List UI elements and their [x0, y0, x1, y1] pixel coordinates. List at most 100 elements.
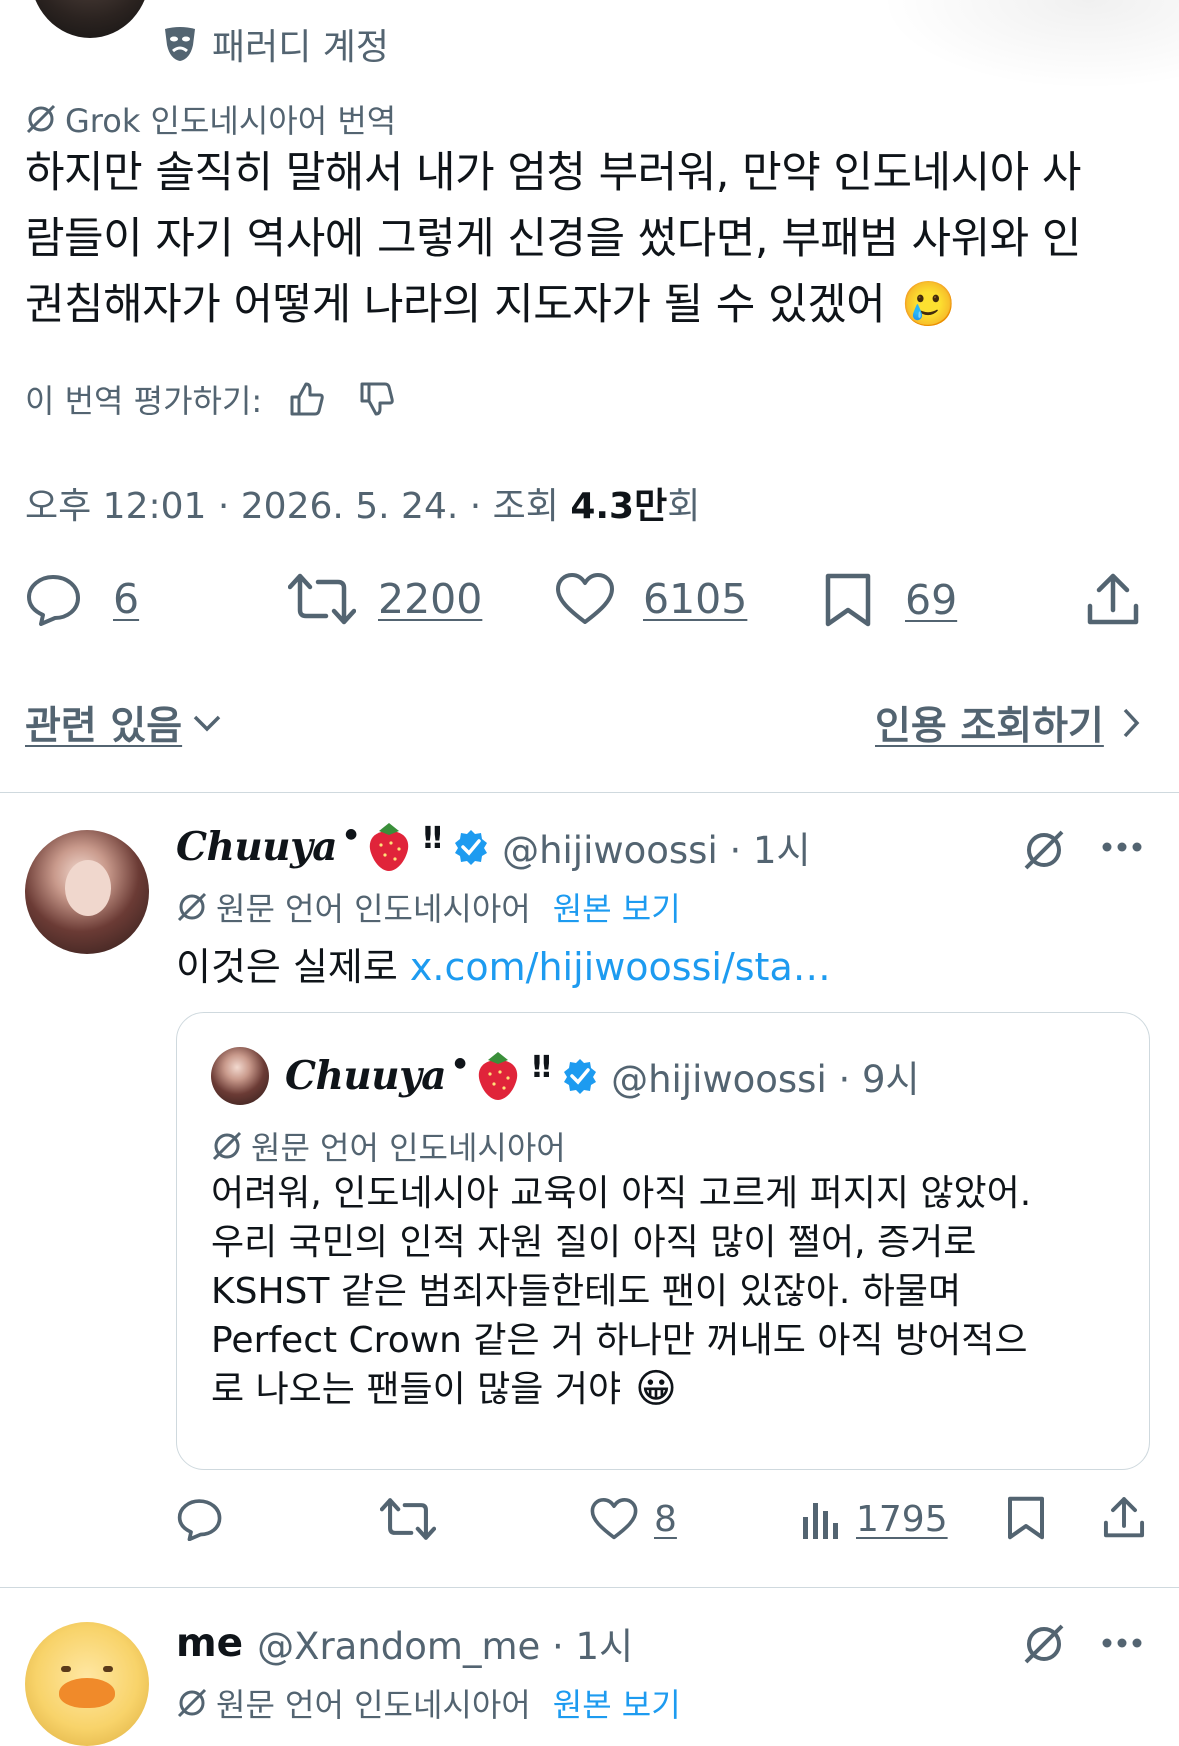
related-label: 관련 있음: [25, 704, 183, 749]
like-icon: [555, 572, 615, 626]
header-shadow: [879, 0, 1179, 90]
view-suffix: 회: [667, 486, 701, 527]
tweet-timestamp-views: 오후 12:01 · 2026. 5. 24. · 조회 4.3만회: [25, 477, 700, 529]
more-icon[interactable]: [1100, 840, 1144, 854]
grok-translation-label: Grok 인도네시아어 번역: [25, 96, 396, 142]
quoted-line-with-emoji: 로 나오는 팬들이 많을 거야 😀: [211, 1365, 1131, 1414]
view-count: 4.3만: [570, 486, 668, 527]
bookmark-icon: [823, 572, 873, 628]
reply2-language-row: 원문 언어 인도네시아어 원본 보기: [176, 1680, 681, 1726]
reply2-language-label: 원문 언어 인도네시아어: [216, 1686, 531, 1724]
grok-icon[interactable]: [1020, 1620, 1068, 1668]
parody-label-text: 패러디 계정: [212, 27, 390, 68]
more-icon[interactable]: [1100, 1636, 1144, 1650]
reply-icon: [25, 572, 83, 626]
author-avatar[interactable]: [30, 0, 150, 38]
reply-avatar[interactable]: [25, 830, 149, 954]
verified-badge-icon: [561, 1057, 599, 1095]
translate-icon: [176, 891, 208, 923]
quoted-author-name: Chuuya: [285, 1053, 447, 1099]
view-quotes-link[interactable]: 인용 조회하기: [875, 695, 1140, 751]
chevron-right-icon: [1122, 707, 1140, 739]
name-suffix: ‼: [532, 1049, 552, 1085]
quoted-header: Chuuya ● ‼ @hijiwoossi · 9시: [285, 1049, 920, 1103]
thumbs-down-icon[interactable]: [358, 380, 396, 418]
thumbs-up-icon[interactable]: [288, 380, 326, 418]
rate-label: 이 번역 평가하기:: [25, 382, 263, 420]
tweet-line: 권침해자가 어떻게 나라의 지도자가 될 수 있겠어: [25, 280, 886, 330]
tweet-line-with-emoji: 권침해자가 어떻게 나라의 지도자가 될 수 있겠어 🥲: [25, 272, 1155, 338]
retweet-count[interactable]: 2200: [378, 575, 482, 623]
tweet-timestamp[interactable]: 오후 12:01 · 2026. 5. 24. · 조회: [25, 486, 570, 527]
chevron-down-icon: [192, 713, 222, 733]
bookmark-count[interactable]: 69: [905, 576, 957, 624]
divider: [0, 792, 1179, 793]
retweet-icon[interactable]: [380, 1497, 436, 1541]
reply2-author-name[interactable]: me: [176, 1621, 243, 1666]
like-count[interactable]: 6105: [643, 575, 747, 623]
dot-decoration: ●: [454, 1055, 467, 1071]
translate-icon: [211, 1130, 243, 1162]
quoted-line: KSHST 같은 범죄자들한테도 팬이 있잖아. 하물며: [211, 1271, 962, 1312]
reply2-header: me @Xrandom_me · 1시: [176, 1616, 633, 1670]
reply-icon[interactable]: [176, 1497, 224, 1541]
reply-action[interactable]: 6: [25, 572, 139, 626]
reply-author-name[interactable]: Chuuya: [176, 824, 338, 870]
duck-beak: [59, 1678, 115, 1708]
quoted-line: 우리 국민의 인적 자원 질이 아직 많이 쩔어, 증거로: [211, 1222, 977, 1263]
related-dropdown[interactable]: 관련 있음: [25, 695, 222, 751]
like-action[interactable]: 8: [590, 1497, 677, 1541]
views-action[interactable]: 1795: [800, 1497, 948, 1541]
like-action[interactable]: 6105: [555, 572, 747, 626]
quoted-avatar: [211, 1047, 269, 1105]
bookmark-icon[interactable]: [1006, 1495, 1046, 1541]
quoted-body: 어려워, 인도네시아 교육이 아직 고르게 퍼지지 않았어. 우리 국민의 인적…: [211, 1169, 1131, 1414]
duck-eye: [61, 1666, 71, 1672]
grok-icon[interactable]: [1020, 826, 1068, 874]
verified-badge-icon: [452, 828, 490, 866]
original-language-row: 원문 언어 인도네시아어 원본 보기: [176, 884, 681, 930]
duck-eye: [103, 1666, 113, 1672]
reply2-handle-time[interactable]: @Xrandom_me · 1시: [257, 1616, 633, 1670]
tweet-line: 하지만 솔직히 말해서 내가 엄청 부러워, 만약 인도네시아 사: [25, 148, 1081, 198]
view-original-link[interactable]: 원본 보기: [553, 884, 681, 930]
bookmark-action[interactable]: 69: [823, 572, 957, 628]
reply-body: 이것은 실제로 x.com/hijiwoossi/sta…: [176, 936, 831, 991]
retweet-icon: [288, 572, 356, 626]
share-icon[interactable]: [1102, 1495, 1146, 1541]
tweet-body: 하지만 솔직히 말해서 내가 엄청 부러워, 만약 인도네시아 사 람들이 자기…: [25, 140, 1155, 338]
reply-handle-time[interactable]: @hijiwoossi · 1시: [502, 820, 811, 874]
strawberry-icon: [474, 1050, 522, 1102]
theater-mask-icon: [162, 25, 198, 63]
parody-label: 패러디 계정: [162, 18, 389, 70]
translate-icon: [176, 1687, 208, 1719]
dot-decoration: ●: [345, 826, 358, 842]
quoted-tweet-card[interactable]: Chuuya ● ‼ @hijiwoossi · 9시 원문 언어 인도네시아어…: [176, 1012, 1150, 1470]
reply-link[interactable]: x.com/hijiwoossi/sta…: [410, 945, 831, 989]
reply-count[interactable]: 6: [113, 575, 139, 623]
views-icon: [800, 1497, 840, 1541]
reply-header: Chuuya ● ‼ @hijiwoossi · 1시: [176, 820, 811, 874]
grok-icon: [25, 103, 57, 135]
view-original-link[interactable]: 원본 보기: [553, 1680, 681, 1726]
like-count[interactable]: 8: [654, 1499, 677, 1540]
share-icon[interactable]: [1085, 572, 1141, 628]
translation-label-text: Grok 인도네시아어 번역: [65, 102, 397, 140]
avatar-face: [65, 860, 111, 916]
quoted-handle-time: @hijiwoossi · 9시: [611, 1058, 920, 1101]
reply2-avatar[interactable]: [25, 1622, 149, 1746]
original-language-label: 원문 언어 인도네시아어: [216, 890, 531, 928]
view-quotes-label: 인용 조회하기: [875, 704, 1104, 749]
retweet-action[interactable]: 2200: [288, 572, 482, 626]
divider: [0, 1587, 1179, 1588]
quoted-line: 로 나오는 팬들이 많을 거야: [211, 1369, 622, 1410]
reply-text: 이것은 실제로: [176, 945, 410, 989]
quoted-language-label: 원문 언어 인도네시아어: [251, 1129, 566, 1167]
rate-translation: 이 번역 평가하기:: [25, 376, 396, 422]
views-count[interactable]: 1795: [856, 1499, 948, 1540]
like-icon: [590, 1497, 638, 1541]
strawberry-icon: [365, 821, 413, 873]
quoted-line: Perfect Crown 같은 거 하나만 꺼내도 아직 방어적으: [211, 1320, 1028, 1361]
grinning-emoji: 😀: [635, 1366, 677, 1412]
crying-smile-emoji: 🥲: [901, 279, 956, 330]
